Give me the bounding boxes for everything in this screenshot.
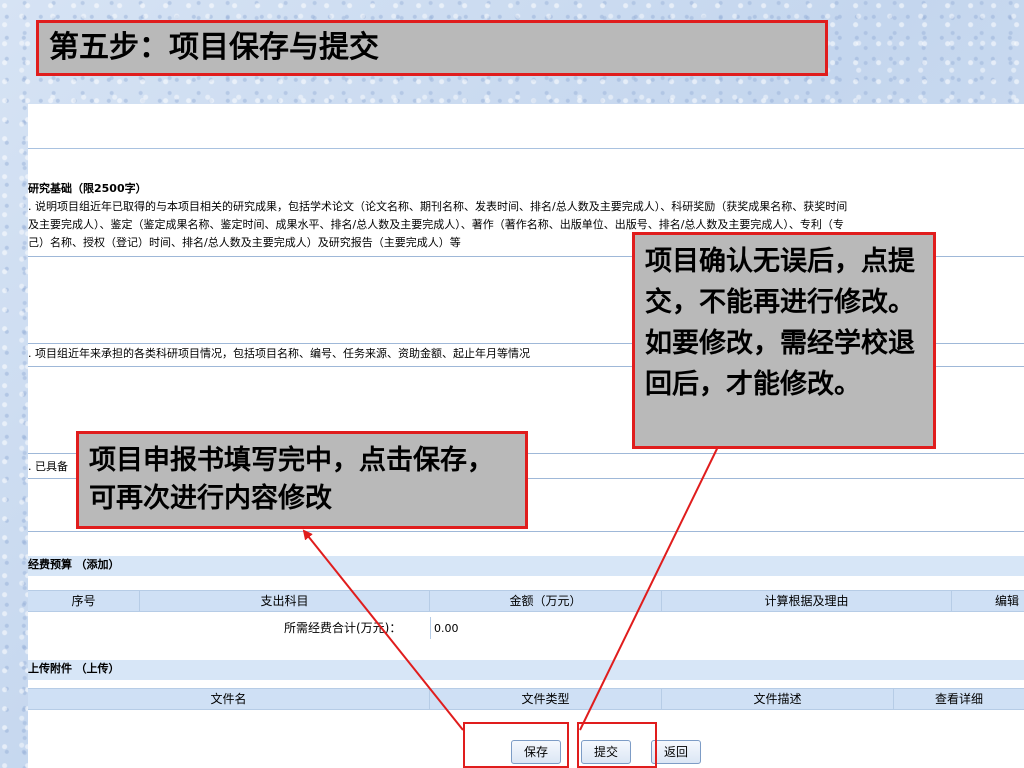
save-callout-arrow [302,529,464,731]
save-callout: 项目申报书填写完中，点击保存，可再次进行内容修改 [76,431,528,529]
submit-callout-arrow [579,418,732,731]
submit-callout: 项目确认无误后，点提交，不能再进行修改。如要修改，需经学校退回后，才能修改。 [632,232,936,449]
